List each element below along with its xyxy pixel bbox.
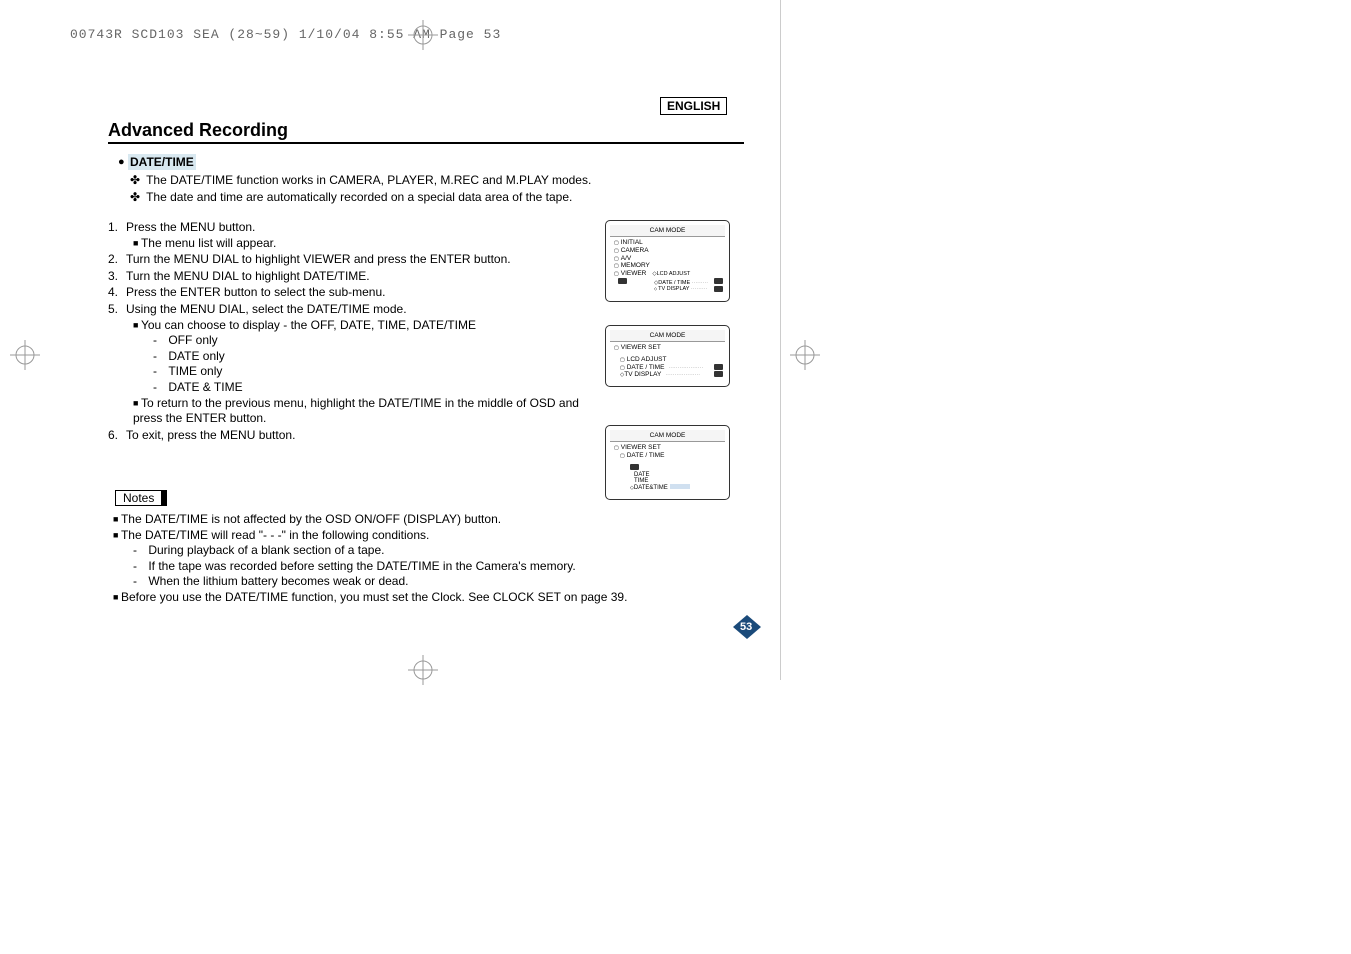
step-num: 5. xyxy=(108,302,126,318)
title-underline xyxy=(108,142,744,144)
fold-line xyxy=(780,0,781,680)
osd-diagram-3: CAM MODE VIEWER SET DATE / TIME DATE TIM… xyxy=(605,425,730,500)
step-text: Press the MENU button. xyxy=(126,220,255,234)
section-heading: DATE/TIME xyxy=(128,154,196,170)
intro-block: ✤ The DATE/TIME function works in CAMERA,… xyxy=(130,173,591,206)
note-dash: During playback of a blank section of a … xyxy=(133,543,753,559)
camera-icon xyxy=(618,278,627,284)
step-num: 3. xyxy=(108,269,126,285)
diag-title: CAM MODE xyxy=(610,430,725,442)
diag-item: INITIAL xyxy=(614,239,729,247)
dash-item: TIME only xyxy=(153,364,593,380)
diag-item: TV DISPLAY xyxy=(624,371,661,378)
page-number: 53 xyxy=(740,621,752,633)
crop-mark-icon xyxy=(408,655,438,685)
pointer-icon: ✤ xyxy=(130,173,140,187)
camera-icon xyxy=(714,286,723,292)
dash-item: DATE & TIME xyxy=(153,380,593,396)
osd-diagram-2: CAM MODE VIEWER SET LCD ADJUST DATE / TI… xyxy=(605,325,730,387)
camera-icon xyxy=(630,464,639,470)
diag-item: DATE / TIME xyxy=(620,364,664,371)
diag-sub: TV DISPLAY ········· xyxy=(654,286,729,293)
diag-item: DATE&TIME xyxy=(634,485,668,491)
diag-title: CAM MODE xyxy=(610,225,725,237)
sub-item: You can choose to display - the OFF, DAT… xyxy=(133,318,593,334)
step-text: Turn the MENU DIAL to highlight DATE/TIM… xyxy=(126,269,370,283)
sub-item: The menu list will appear. xyxy=(133,236,593,252)
bullet-icon: ● xyxy=(118,156,125,168)
sub-item: To return to the previous menu, highligh… xyxy=(133,396,593,427)
step-text: Press the ENTER button to select the sub… xyxy=(126,285,385,299)
diag-sub: LCD ADJUST xyxy=(657,271,691,277)
intro-text: The date and time are automatically reco… xyxy=(146,190,572,204)
note-item: The DATE/TIME is not affected by the OSD… xyxy=(113,512,753,528)
crop-mark-icon xyxy=(790,340,820,370)
note-item: The DATE/TIME will read "- - -" in the f… xyxy=(113,528,753,544)
notes-label: Notes xyxy=(115,490,167,506)
diag-header: VIEWER SET xyxy=(614,444,729,452)
note-dash: If the tape was recorded before setting … xyxy=(133,559,753,575)
diag-item: MEMORY xyxy=(614,262,729,270)
intro-text: The DATE/TIME function works in CAMERA, … xyxy=(146,173,591,187)
note-item: Before you use the DATE/TIME function, y… xyxy=(113,590,753,606)
step-num: 2. xyxy=(108,252,126,268)
step-num: 6. xyxy=(108,428,126,444)
dash-item: OFF only xyxy=(153,333,593,349)
notes-content: The DATE/TIME is not affected by the OSD… xyxy=(113,512,753,606)
diag-item: A/V xyxy=(614,255,729,263)
crop-mark-icon xyxy=(408,20,438,50)
camera-icon xyxy=(714,364,723,370)
step-text: Turn the MENU DIAL to highlight VIEWER a… xyxy=(126,252,511,266)
page-title: Advanced Recording xyxy=(108,120,288,141)
crop-mark-icon xyxy=(10,340,40,370)
language-badge: ENGLISH xyxy=(660,97,727,115)
diag-item: VIEWER xyxy=(614,270,646,277)
steps-list: 1.Press the MENU button. The menu list w… xyxy=(108,220,593,444)
diag-item: LCD ADJUST xyxy=(620,356,729,364)
step-num: 4. xyxy=(108,285,126,301)
osd-diagram-1: CAM MODE INITIAL CAMERA A/V MEMORY VIEWE… xyxy=(605,220,730,302)
diag-title: CAM MODE xyxy=(610,330,725,342)
step-num: 1. xyxy=(108,220,126,236)
step-text: To exit, press the MENU button. xyxy=(126,428,295,442)
camera-icon xyxy=(714,278,723,284)
note-dash: When the lithium battery becomes weak or… xyxy=(133,574,753,590)
step-text: Using the MENU DIAL, select the DATE/TIM… xyxy=(126,302,407,316)
camera-icon xyxy=(714,371,723,377)
diag-item: CAMERA xyxy=(614,247,729,255)
diag-sub: DATE / TIME xyxy=(620,452,729,460)
dash-item: DATE only xyxy=(153,349,593,365)
pointer-icon: ✤ xyxy=(130,190,140,204)
diag-header: VIEWER SET xyxy=(614,344,729,352)
